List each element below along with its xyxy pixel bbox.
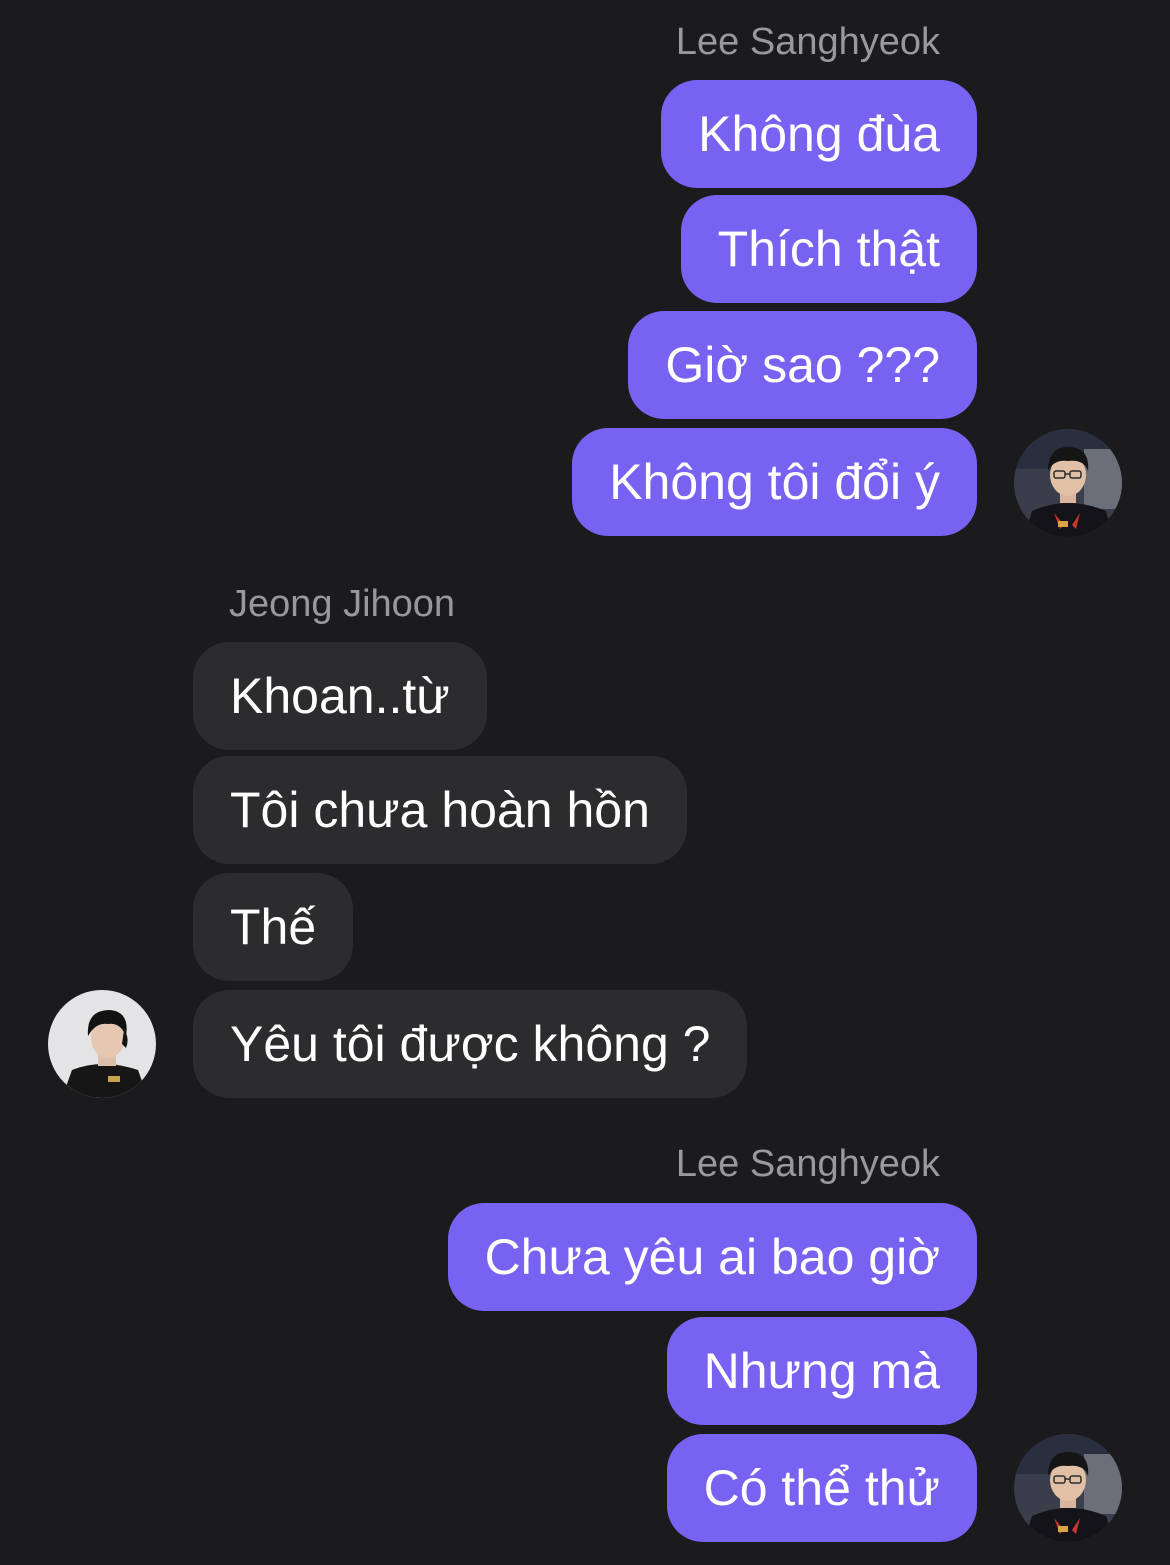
avatar-lee-sanghyeok[interactable] [1014,429,1122,537]
sender-name-lee-sanghyeok: Lee Sanghyeok [675,21,940,63]
outgoing-message-bubble[interactable]: Không đùa [661,80,977,188]
outgoing-message-bubble[interactable]: Nhưng mà [666,1317,977,1425]
outgoing-message-bubble[interactable]: Chưa yêu ai bao giờ [447,1203,977,1311]
sender-name-lee-sanghyeok: Lee Sanghyeok [675,1143,940,1185]
outgoing-message-bubble[interactable]: Có thể thử [666,1434,977,1542]
jeong-avatar-icon [48,990,156,1098]
incoming-message-bubble[interactable]: Thế [193,873,354,981]
lee-avatar-icon [1014,1434,1122,1542]
incoming-message-bubble[interactable]: Yêu tôi được không ? [193,990,748,1098]
outgoing-message-bubble[interactable]: Giờ sao ??? [628,311,977,419]
sender-name-jeong-jihoon: Jeong Jihoon [229,583,456,625]
lee-avatar-icon [1014,429,1122,537]
avatar-jeong-jihoon[interactable] [48,990,156,1098]
incoming-message-bubble[interactable]: Khoan..từ [193,642,487,750]
outgoing-message-bubble[interactable]: Thích thật [680,195,977,303]
avatar-lee-sanghyeok[interactable] [1014,1434,1122,1542]
incoming-message-bubble[interactable]: Tôi chưa hoàn hồn [193,756,687,864]
outgoing-message-bubble[interactable]: Không tôi đổi ý [572,428,977,536]
